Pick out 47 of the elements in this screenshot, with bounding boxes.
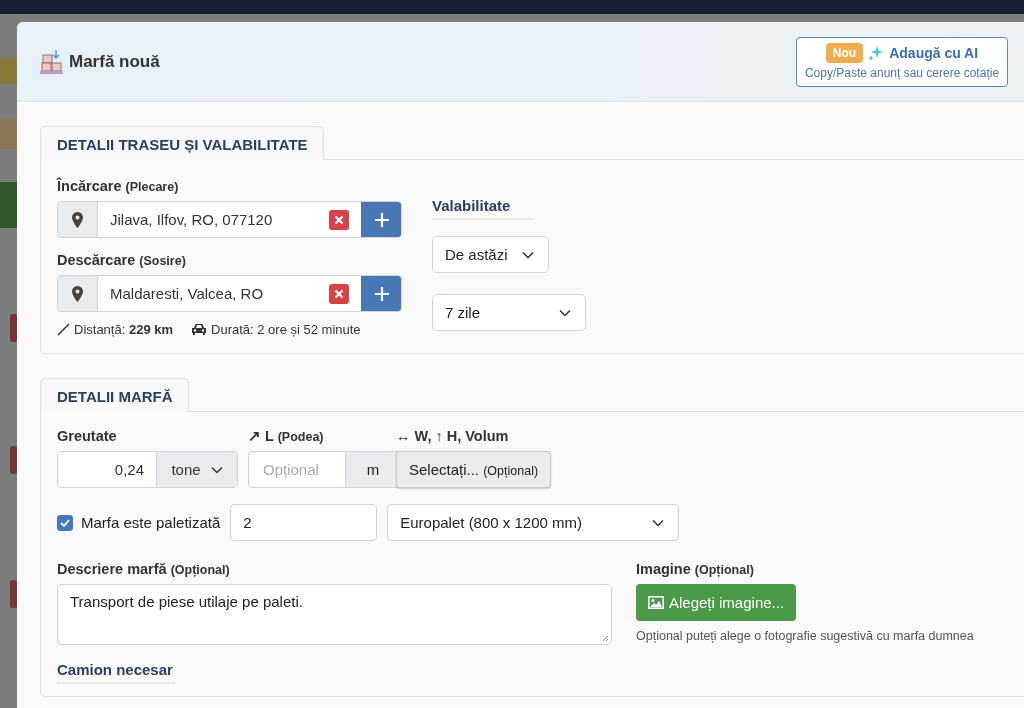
image-help-text: Opțional puteți alege o fotografie sugestivă cu marfa dumnea <box>636 629 975 643</box>
modal-title: Marfă nouă <box>69 51 160 72</box>
truck-heading: Camion necesar <box>57 661 175 684</box>
dimensions-label: ↔ W, ↑ H, Volum <box>396 428 510 444</box>
length-field[interactable]: Opțional <box>248 451 346 488</box>
add-stop-button[interactable] <box>361 276 401 311</box>
map-pin-icon <box>72 285 83 302</box>
start-select[interactable]: De astăzi <box>432 236 549 273</box>
period-select[interactable]: 7 zile <box>432 294 586 331</box>
distance-text: Distanță: 229 km <box>74 322 173 337</box>
palletized-label: Marfa este paletizată <box>81 514 221 531</box>
boxes-icon <box>40 48 64 75</box>
weight-label: Greutate <box>57 428 118 444</box>
sparkle-icon <box>868 45 885 61</box>
new-badge: Nou <box>825 43 864 63</box>
pallet-type-select[interactable]: Europalet (800 x 1200 mm) <box>387 504 680 541</box>
clear-button[interactable] <box>329 209 349 230</box>
unit-select[interactable]: tone <box>156 452 237 487</box>
location-label: Încărcare (Plecare) <box>57 178 180 194</box>
plus-icon <box>374 286 389 301</box>
add-stop-button[interactable] <box>361 202 401 237</box>
validity-heading: Valabilitate <box>432 197 534 220</box>
ai-add-button[interactable]: Nou Adaugă cu AI Copy/Paste anunț sau cerere cotație <box>796 36 1008 87</box>
checkbox[interactable] <box>57 514 73 531</box>
ruler-line-icon <box>57 323 70 336</box>
resize-handle-icon[interactable] <box>601 634 609 642</box>
close-icon <box>334 214 344 225</box>
weight-field[interactable]: 0,24 <box>58 461 156 478</box>
image-label: Imagine (Opțional) <box>636 561 755 577</box>
plus-icon <box>374 212 389 227</box>
duration-text: Durată: 2 ore și 52 minute <box>211 322 361 337</box>
close-icon <box>334 288 344 299</box>
clear-button[interactable] <box>329 283 349 304</box>
pallet-count-field[interactable]: 2 <box>230 504 378 541</box>
chevron-down-icon <box>652 518 665 527</box>
dimensions-button[interactable]: Selectați... (Opțional) <box>396 451 552 488</box>
description-label: Descriere marfă (Opțional) <box>57 561 231 577</box>
car-icon <box>191 323 207 336</box>
chevron-down-icon <box>210 465 223 474</box>
description-field[interactable]: Transport de piese utilaje pe paleti. <box>57 584 612 645</box>
chevron-down-icon <box>559 308 571 317</box>
check-icon <box>60 518 70 527</box>
length-label: ↗ L (Podea) <box>248 428 325 444</box>
map-pin-icon <box>72 211 83 228</box>
chevron-down-icon <box>522 250 534 259</box>
location-label: Descărcare (Sosire) <box>57 252 187 268</box>
image-icon <box>648 596 664 609</box>
